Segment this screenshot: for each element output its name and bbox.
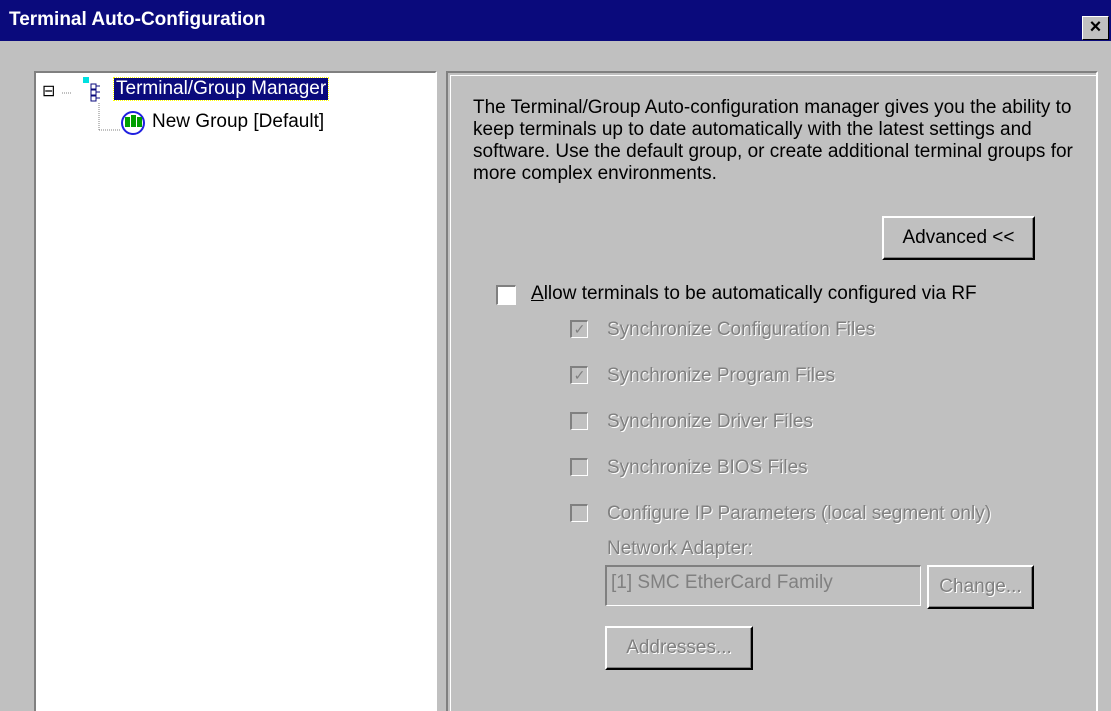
sync-bios-checkbox[interactable] [570,458,588,476]
change-button[interactable]: Change... [927,565,1034,609]
tree-item-terminal-group-manager[interactable]: Terminal/Group Manager [112,77,330,101]
configure-ip-label: Configure IP Parameters (local segment o… [607,503,992,524]
tree-item-new-group[interactable]: New Group [Default] [152,111,324,133]
addresses-button[interactable]: Addresses... [605,626,753,670]
close-icon: × [1089,16,1102,38]
window-title: Terminal Auto-Configuration [9,9,266,30]
sync-config-checkbox[interactable]: ✓ [570,320,588,338]
sync-driver-checkbox[interactable] [570,412,588,430]
group-icon [121,111,145,135]
sync-bios-label: Synchronize BIOS Files [607,457,808,478]
tree-collapse-icon[interactable]: ⊟ [42,81,55,101]
title-bar: Terminal Auto-Configuration × [0,0,1111,41]
sync-program-checkbox[interactable]: ✓ [570,366,588,384]
sync-config-label: Synchronize Configuration Files [607,319,876,340]
group-tree[interactable]: ⊟ Terminal/Group Manager New Group [Defa… [34,71,437,711]
sync-driver-label: Synchronize Driver Files [607,411,813,432]
terminal-manager-icon [83,77,100,102]
network-adapter-field[interactable]: [1] SMC EtherCard Family [605,565,921,606]
advanced-button[interactable]: Advanced << [882,216,1035,260]
sync-program-label: Synchronize Program Files [607,365,836,386]
description-text: The Terminal/Group Auto-configuration ma… [473,97,1073,184]
allow-rf-checkbox[interactable] [496,285,516,305]
configure-ip-checkbox[interactable] [570,504,588,522]
close-button[interactable]: × [1082,16,1109,40]
allow-rf-label[interactable]: Allow terminals to be automatically conf… [531,283,977,305]
network-adapter-label: Network Adapter: [607,538,753,559]
